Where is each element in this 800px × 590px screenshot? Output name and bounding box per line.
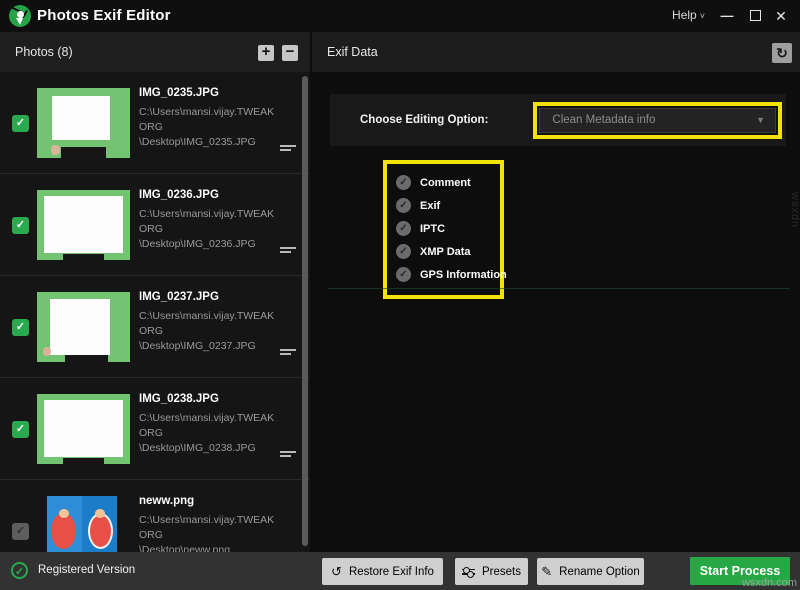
restore-icon: ↺ — [331, 564, 342, 580]
check-circle-icon: ✓ — [396, 267, 411, 282]
check-circle-icon: ✓ — [396, 198, 411, 213]
dropdown-selected-value: Clean Metadata info — [552, 114, 655, 126]
photo-thumbnail — [47, 496, 117, 552]
watermark-text: wsxdn.com — [742, 577, 797, 589]
close-button[interactable]: ✕ — [766, 0, 796, 32]
photos-count-label: Photos (8) — [0, 45, 73, 59]
remove-photos-button[interactable]: − — [282, 45, 298, 61]
maximize-icon — [750, 10, 761, 21]
side-watermark: wsxdn — [789, 192, 800, 228]
registered-check-icon: ✓ — [11, 562, 28, 579]
photo-list-item[interactable]: ✓ neww.png C:\Users\mansi.vijay.TWEAKORG\D… — [0, 480, 310, 552]
app-window: Photos Exif Editor Help˅ — ✕ Photos (8) … — [0, 0, 800, 590]
metadata-option-label: XMP Data — [420, 246, 471, 258]
exif-panel-title: Exif Data — [312, 45, 378, 59]
photo-filename: neww.png — [139, 495, 280, 507]
exif-panel-header: Exif Data ↻ — [312, 32, 800, 72]
metadata-checklist: ✓Comment✓Exif✓IPTC✓XMP Data✓GPS Informat… — [383, 160, 504, 299]
item-menu-icon[interactable] — [280, 245, 296, 253]
metadata-option[interactable]: ✓ Comment — [396, 171, 492, 194]
help-caret-icon: ˅ — [700, 11, 705, 21]
photo-list-item[interactable]: ✓ IMG_0237.JPG C:\Users\mansi.vijay.TWEAKO… — [0, 276, 310, 378]
metadata-option[interactable]: ✓ IPTC — [396, 217, 492, 240]
check-circle-icon: ✓ — [396, 221, 411, 236]
presets-button[interactable]: Presets — [455, 558, 528, 585]
exif-data-panel: Exif Data ↻ Choose Editing Option: Clean… — [312, 32, 800, 552]
registered-version-label: Registered Version — [38, 564, 135, 576]
list-scrollbar[interactable] — [302, 76, 308, 546]
photo-meta: IMG_0238.JPG C:\Users\mansi.vijay.TWEAKOR… — [139, 393, 280, 456]
metadata-option[interactable]: ✓ Exif — [396, 194, 492, 217]
photo-filename: IMG_0237.JPG — [139, 291, 280, 303]
photo-path: C:\Users\mansi.vijay.TWEAKORG\Desktop\ne… — [139, 513, 280, 552]
photo-path: C:\Users\mansi.vijay.TWEAKORG\Desktop\IM… — [139, 309, 280, 354]
metadata-option-label: Exif — [420, 200, 440, 212]
pencil-icon: ✎ — [541, 564, 552, 580]
photo-checkbox[interactable]: ✓ — [12, 319, 29, 336]
photos-panel: Photos (8) + − ✓ IMG_0235.JPG C:\Users\man… — [0, 32, 310, 552]
metadata-option-label: GPS Information — [420, 269, 507, 281]
photo-path: C:\Users\mansi.vijay.TWEAKORG\Desktop\IM… — [139, 411, 280, 456]
item-menu-icon[interactable] — [280, 449, 296, 457]
check-circle-icon: ✓ — [396, 175, 411, 190]
photo-path: C:\Users\mansi.vijay.TWEAKORG\Desktop\IM… — [139, 207, 280, 252]
photo-thumbnail — [37, 394, 130, 464]
photo-filename: IMG_0238.JPG — [139, 393, 280, 405]
check-circle-icon: ✓ — [396, 244, 411, 259]
chevron-down-icon: ▼ — [756, 115, 765, 125]
photo-checkbox[interactable]: ✓ — [12, 523, 29, 540]
main-area: Photos (8) + − ✓ IMG_0235.JPG C:\Users\man… — [0, 32, 800, 552]
choose-editing-row: Choose Editing Option: Clean Metadata in… — [330, 94, 786, 146]
rename-option-button[interactable]: ✎ Rename Option — [537, 558, 644, 585]
photo-meta: IMG_0235.JPG C:\Users\mansi.vijay.TWEAKOR… — [139, 87, 280, 150]
app-logo-icon — [9, 5, 31, 27]
dropdown-highlight-box: Clean Metadata info ▼ — [533, 102, 782, 139]
photo-list-item[interactable]: ✓ IMG_0236.JPG C:\Users\mansi.vijay.TWEAKO… — [0, 174, 310, 276]
photos-panel-header: Photos (8) + − — [0, 32, 310, 72]
metadata-option[interactable]: ✓ XMP Data — [396, 240, 492, 263]
item-menu-icon[interactable] — [280, 143, 296, 151]
editing-option-dropdown[interactable]: Clean Metadata info ▼ — [539, 108, 776, 133]
photo-list: ✓ IMG_0235.JPG C:\Users\mansi.vijay.TWEAKO… — [0, 72, 310, 552]
help-menu[interactable]: Help˅ — [672, 8, 705, 22]
refresh-icon[interactable]: ↻ — [772, 43, 792, 63]
photo-checkbox[interactable]: ✓ — [12, 421, 29, 438]
photo-meta: neww.png C:\Users\mansi.vijay.TWEAKORG\De… — [139, 495, 280, 552]
photo-thumbnail — [37, 88, 130, 158]
app-title: Photos Exif Editor — [37, 7, 171, 24]
metadata-option-label: IPTC — [420, 223, 445, 235]
metadata-option-label: Comment — [420, 177, 471, 189]
minimize-button[interactable]: — — [712, 0, 742, 32]
photo-meta: IMG_0237.JPG C:\Users\mansi.vijay.TWEAKOR… — [139, 291, 280, 354]
photo-filename: IMG_0236.JPG — [139, 189, 280, 201]
photo-thumbnail — [37, 292, 130, 362]
metadata-option[interactable]: ✓GPS Information — [396, 263, 492, 286]
photo-filename: IMG_0235.JPG — [139, 87, 280, 99]
photo-thumbnail — [37, 190, 130, 260]
titlebar: Photos Exif Editor Help˅ — ✕ — [0, 0, 800, 32]
bottom-bar: ✓ Registered Version ↺ Restore Exif Info… — [0, 552, 800, 590]
add-photos-button[interactable]: + — [258, 45, 274, 61]
separator-line — [328, 288, 790, 289]
photo-path: C:\Users\mansi.vijay.TWEAKORG\Desktop\IM… — [139, 105, 280, 150]
sliders-icon — [462, 566, 475, 578]
photo-list-item[interactable]: ✓ IMG_0235.JPG C:\Users\mansi.vijay.TWEAKO… — [0, 72, 310, 174]
photo-list-item[interactable]: ✓ IMG_0238.JPG C:\Users\mansi.vijay.TWEAKO… — [0, 378, 310, 480]
choose-editing-label: Choose Editing Option: — [330, 114, 488, 126]
photo-meta: IMG_0236.JPG C:\Users\mansi.vijay.TWEAKOR… — [139, 189, 280, 252]
photo-checkbox[interactable]: ✓ — [12, 217, 29, 234]
restore-exif-button[interactable]: ↺ Restore Exif Info — [322, 558, 443, 585]
item-menu-icon[interactable] — [280, 347, 296, 355]
photo-checkbox[interactable]: ✓ — [12, 115, 29, 132]
